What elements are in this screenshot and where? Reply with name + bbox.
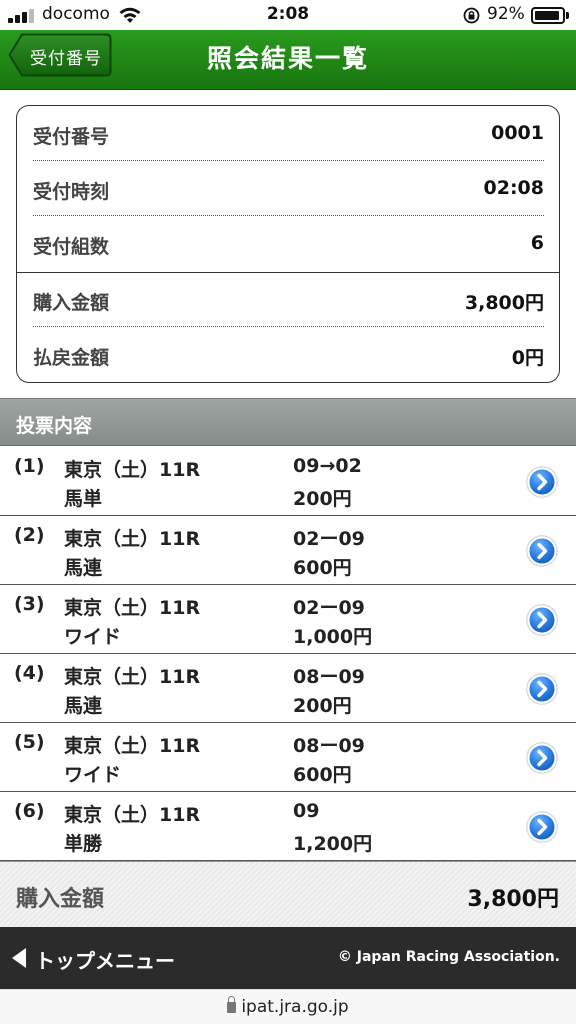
total-bar: 購入金額 3,800円: [0, 861, 576, 927]
summary-label: 受付時刻: [33, 181, 110, 203]
summary-label: 受付組数: [33, 236, 110, 258]
battery-tip: [566, 12, 569, 19]
bet-amount: 600円: [293, 557, 352, 579]
bet-number: (2): [14, 524, 45, 546]
bet-number: (5): [14, 731, 45, 753]
summary-row-receipt-number: 受付番号 0001: [33, 106, 544, 161]
summary-value: 3,800円: [464, 292, 544, 314]
bet-amount: 600円: [293, 764, 352, 786]
nav-header: 受付番号 照会結果一覧: [0, 30, 576, 90]
triangle-left-icon: [12, 948, 26, 968]
bet-race: 東京（土）11R: [64, 735, 201, 757]
summary-box: 受付番号 0001 受付時刻 02:08 受付組数 6 購入金額 3,800円 …: [16, 105, 560, 383]
copyright-text: © Japan Racing Association.: [337, 949, 560, 965]
bet-amount: 200円: [293, 695, 352, 717]
bet-combination: 02ー09: [293, 597, 365, 619]
bet-race: 東京（土）11R: [64, 528, 201, 550]
summary-label: 払戻金額: [33, 347, 110, 369]
bet-type: 単勝: [64, 833, 103, 855]
lock-icon: [227, 996, 237, 1013]
bet-type: 馬連: [64, 695, 103, 717]
address-bar[interactable]: ipat.jra.go.jp: [0, 989, 576, 1024]
summary-row-purchase-amount: 購入金額 3,800円: [33, 272, 544, 327]
bet-combination: 08ー09: [293, 666, 365, 688]
total-value: 3,800円: [467, 887, 559, 912]
chevron-right-circle-icon[interactable]: [525, 465, 559, 499]
summary-row-receipt-time: 受付時刻 02:08: [33, 161, 544, 216]
bet-amount: 1,000円: [293, 626, 373, 648]
bet-type: 馬単: [64, 488, 103, 510]
bet-row[interactable]: (1) 東京（土）11R 馬単 09→02 200円: [0, 447, 576, 516]
bet-number: (4): [14, 662, 45, 684]
bet-type: ワイド: [64, 764, 122, 786]
bet-race: 東京（土）11R: [64, 459, 201, 481]
summary-label: 購入金額: [33, 292, 110, 314]
bets-section-header: 投票内容: [0, 398, 576, 446]
status-bar: docomo 2:08 92%: [0, 0, 576, 30]
bet-row[interactable]: (3) 東京（土）11R ワイド 02ー09 1,000円: [0, 585, 576, 654]
total-label: 購入金額: [16, 887, 105, 912]
summary-value: 6: [530, 232, 544, 254]
bet-race: 東京（土）11R: [64, 597, 201, 619]
bet-race: 東京（土）11R: [64, 666, 201, 688]
chevron-right-circle-icon[interactable]: [525, 810, 559, 844]
bet-combination: 02ー09: [293, 528, 365, 550]
bet-number: (6): [14, 800, 45, 822]
footer: トップメニュー © Japan Racing Association.: [0, 927, 576, 989]
summary-row-set-count: 受付組数 6: [33, 216, 544, 271]
bet-combination: 09: [293, 800, 320, 822]
bet-combination: 08ー09: [293, 735, 365, 757]
bet-row[interactable]: (4) 東京（土）11R 馬連 08ー09 200円: [0, 654, 576, 723]
bet-combination: 09→02: [293, 455, 362, 477]
url-display: ipat.jra.go.jp: [0, 996, 576, 1017]
top-menu-label: トップメニュー: [35, 949, 175, 973]
page-title: 照会結果一覧: [206, 44, 369, 73]
bet-type: 馬連: [64, 557, 103, 579]
summary-value: 02:08: [483, 177, 544, 199]
battery-icon: [531, 7, 565, 24]
url-text: ipat.jra.go.jp: [241, 997, 349, 1017]
bet-row[interactable]: (6) 東京（土）11R 単勝 09 1,200円: [0, 792, 576, 861]
bet-type: ワイド: [64, 626, 122, 648]
section-title: 投票内容: [16, 415, 93, 437]
bet-row[interactable]: (2) 東京（土）11R 馬連 02ー09 600円: [0, 516, 576, 585]
chevron-right-circle-icon[interactable]: [525, 672, 559, 706]
rotation-lock-icon: [463, 7, 480, 24]
chevron-right-circle-icon[interactable]: [525, 534, 559, 568]
bet-row[interactable]: (5) 東京（土）11R ワイド 08ー09 600円: [0, 723, 576, 792]
bet-amount: 1,200円: [293, 833, 373, 855]
bet-amount: 200円: [293, 488, 352, 510]
summary-value: 0001: [491, 122, 544, 144]
battery-level: [535, 11, 559, 20]
battery-percent: 92%: [487, 4, 525, 24]
chevron-right-circle-icon[interactable]: [525, 603, 559, 637]
summary-row-payout-amount: 払戻金額 0円: [33, 327, 544, 382]
bet-number: (3): [14, 593, 45, 615]
summary-value: 0円: [511, 347, 544, 369]
bet-race: 東京（土）11R: [64, 804, 201, 826]
summary-label: 受付番号: [33, 126, 110, 148]
chevron-right-circle-icon[interactable]: [525, 741, 559, 775]
bet-number: (1): [14, 455, 45, 477]
